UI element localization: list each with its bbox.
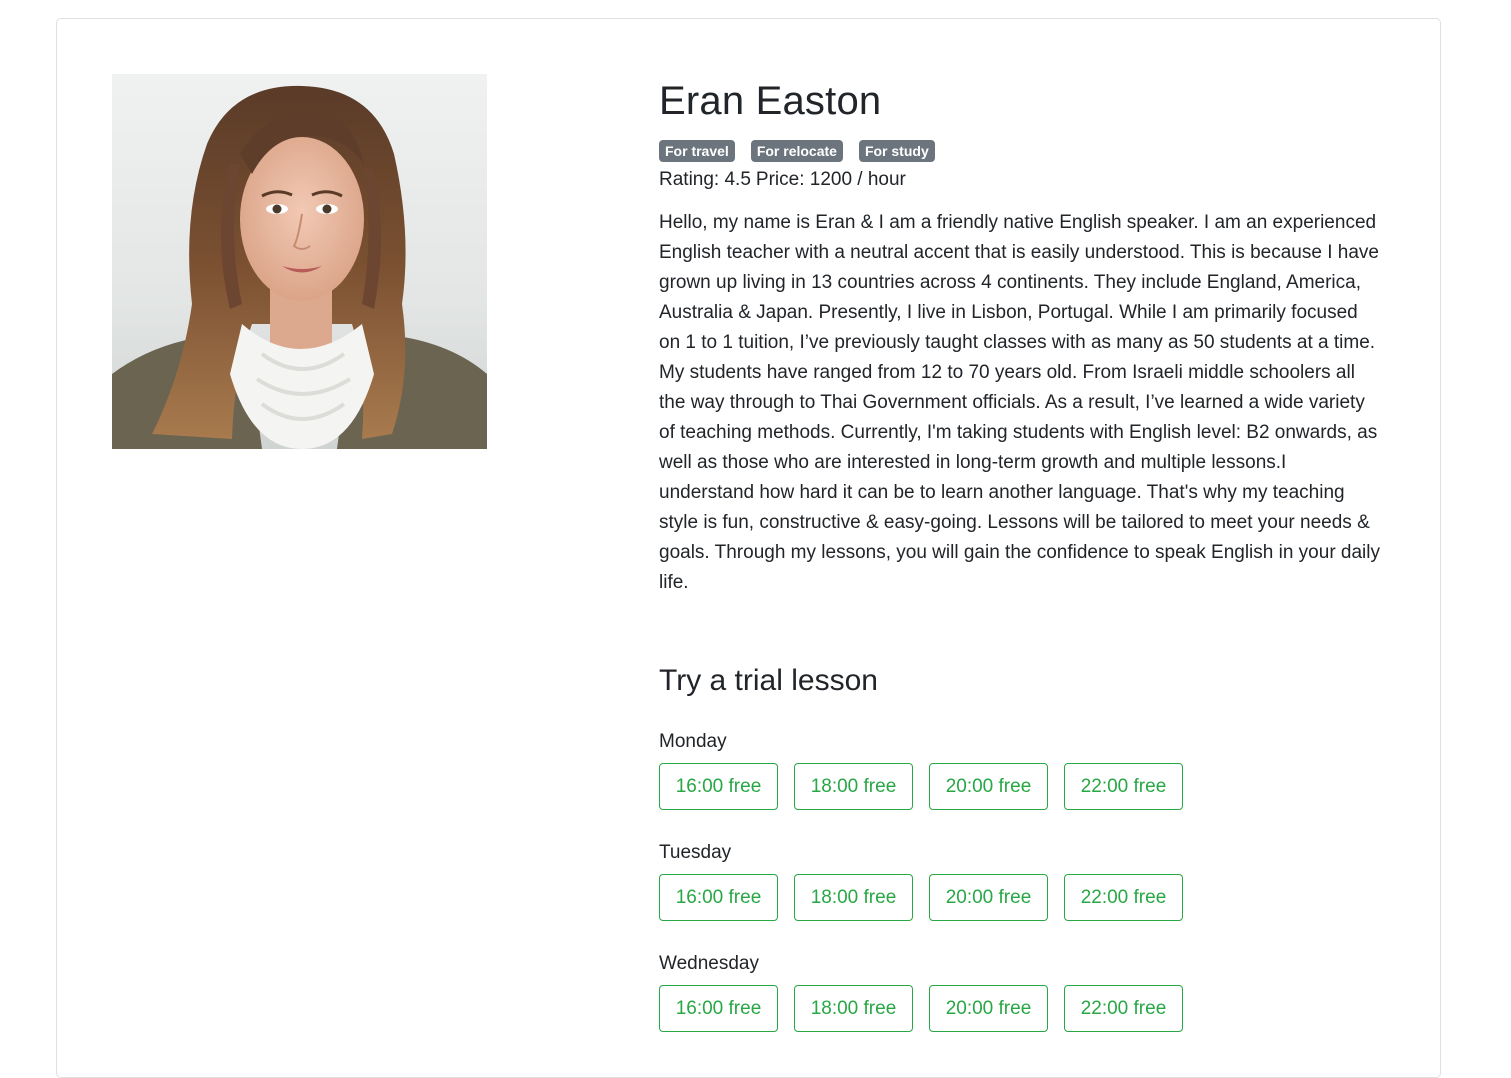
badge-for-study: For study [858, 140, 935, 162]
badge-for-relocate: For relocate [750, 140, 843, 162]
slot-monday-2200-button[interactable]: 22:00 free [1064, 763, 1183, 810]
slot-wednesday-1600-button[interactable]: 16:00 free [659, 985, 778, 1032]
slot-monday-1800-button[interactable]: 18:00 free [794, 763, 913, 810]
day-label-monday: Monday [659, 731, 727, 752]
tutor-meta: Rating: 4.5 Price: 1200 / hour [659, 168, 1389, 192]
tutor-price: Price: 1200 / hour [755, 169, 906, 190]
slot-tuesday-2200-button[interactable]: 22:00 free [1064, 874, 1183, 921]
slots-tuesday: 16:00 free 18:00 free 20:00 free 22:00 f… [659, 874, 1183, 921]
tutor-rating: Rating: 4.5 [659, 169, 751, 190]
trial-lesson-title: Try a trial lesson [659, 664, 878, 697]
day-monday: Monday 16:00 free 18:00 free 20:00 free … [659, 730, 1183, 810]
tutor-portrait-image [112, 74, 487, 449]
slot-tuesday-2000-button[interactable]: 20:00 free [929, 874, 1048, 921]
slots-monday: 16:00 free 18:00 free 20:00 free 22:00 f… [659, 763, 1183, 810]
slot-tuesday-1600-button[interactable]: 16:00 free [659, 874, 778, 921]
tutor-photo [112, 74, 487, 449]
day-label-tuesday: Tuesday [659, 842, 732, 863]
day-wednesday: Wednesday 16:00 free 18:00 free 20:00 fr… [659, 952, 1183, 1032]
slot-tuesday-1800-button[interactable]: 18:00 free [794, 874, 913, 921]
tutor-name: Eran Easton [659, 79, 882, 123]
day-tuesday: Tuesday 16:00 free 18:00 free 20:00 free… [659, 841, 1183, 921]
slot-wednesday-1800-button[interactable]: 18:00 free [794, 985, 913, 1032]
slots-wednesday: 16:00 free 18:00 free 20:00 free 22:00 f… [659, 985, 1183, 1032]
tutor-info: Eran Easton For travel For relocate For … [659, 74, 1389, 617]
slot-monday-1600-button[interactable]: 16:00 free [659, 763, 778, 810]
slot-monday-2000-button[interactable]: 20:00 free [929, 763, 1048, 810]
slot-wednesday-2200-button[interactable]: 22:00 free [1064, 985, 1183, 1032]
slot-wednesday-2000-button[interactable]: 20:00 free [929, 985, 1048, 1032]
tutor-badges: For travel For relocate For study [659, 140, 1389, 162]
tutor-bio: Hello, my name is Eran & I am a friendly… [659, 212, 1380, 593]
badge-for-travel: For travel [659, 140, 735, 162]
day-label-wednesday: Wednesday [659, 953, 759, 974]
